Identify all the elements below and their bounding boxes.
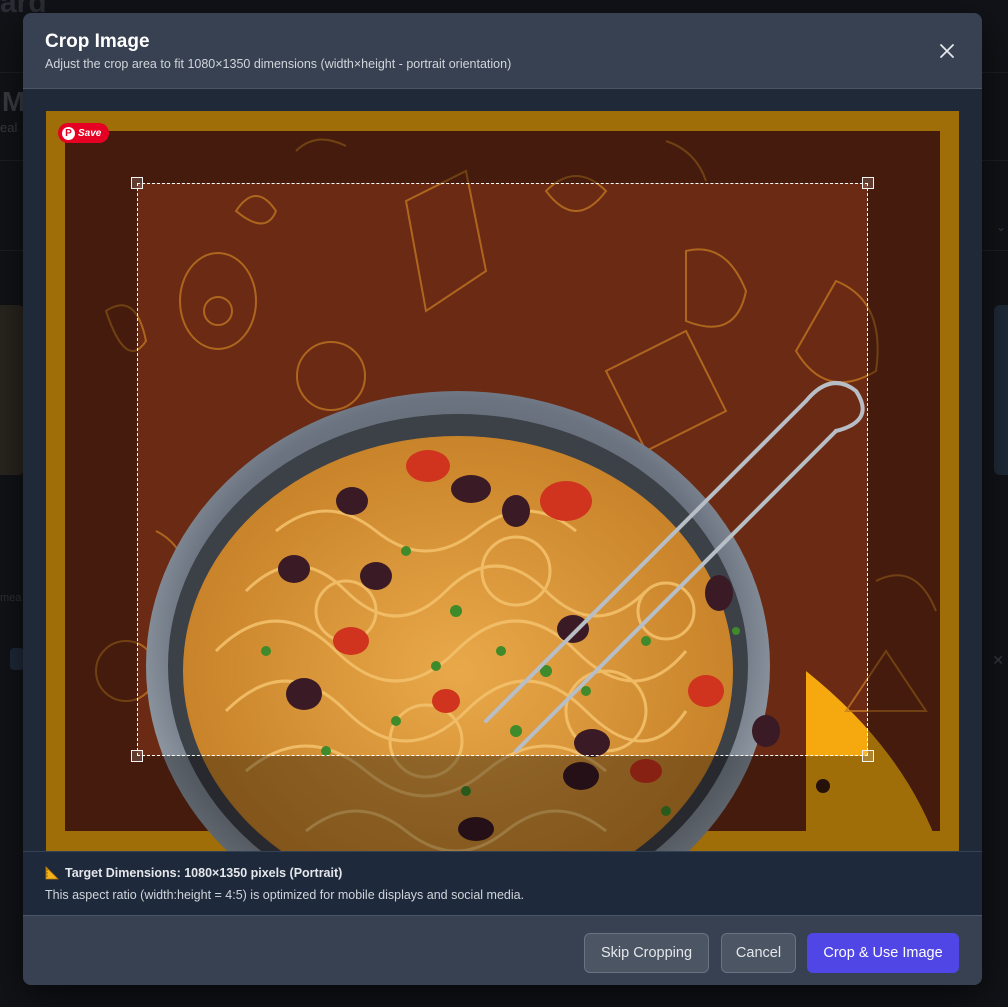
pinterest-icon: P: [62, 126, 75, 140]
background-heading: M: [2, 86, 26, 117]
skip-cropping-button[interactable]: Skip Cropping: [584, 933, 709, 973]
cancel-button[interactable]: Cancel: [721, 933, 796, 973]
triangular-ruler-icon: [45, 866, 59, 880]
image-preview: P Save: [46, 111, 959, 851]
crop-handle-bottom-right[interactable]: [862, 750, 874, 762]
modal-footer: Skip Cropping Cancel Crop & Use Image: [23, 915, 982, 985]
close-icon: ✕: [992, 652, 1004, 668]
background-button: [10, 648, 24, 670]
crop-handle-top-left[interactable]: [131, 177, 143, 189]
background-card: [994, 305, 1008, 475]
modal-subtitle: Adjust the crop area to fit 1080×1350 di…: [45, 57, 512, 71]
close-icon: [940, 44, 954, 58]
modal-body: P Save: [23, 89, 982, 851]
background-card: [0, 305, 24, 475]
target-dimensions-info: Target Dimensions: 1080×1350 pixels (Por…: [23, 851, 982, 915]
crop-handle-top-right[interactable]: [862, 177, 874, 189]
background-subtext: eal: [0, 120, 18, 135]
modal-title: Crop Image: [45, 31, 150, 52]
close-button[interactable]: [932, 37, 962, 65]
crop-selection[interactable]: [131, 177, 874, 762]
crop-handle-bottom-left[interactable]: [131, 750, 143, 762]
modal-header: Crop Image Adjust the crop area to fit 1…: [23, 13, 982, 89]
info-title: Target Dimensions: 1080×1350 pixels (Por…: [65, 866, 343, 880]
background-chip: mea: [0, 592, 22, 604]
pinterest-save-label: Save: [78, 127, 102, 139]
chevron-down-icon: ⌄: [995, 220, 1006, 234]
pinterest-save-button[interactable]: P Save: [58, 123, 110, 143]
crop-image-modal: Crop Image Adjust the crop area to fit 1…: [23, 13, 982, 985]
crop-and-use-button[interactable]: Crop & Use Image: [807, 933, 959, 973]
info-text: This aspect ratio (width:height = 4:5) i…: [45, 888, 525, 902]
info-title-row: Target Dimensions: 1080×1350 pixels (Por…: [45, 866, 342, 880]
